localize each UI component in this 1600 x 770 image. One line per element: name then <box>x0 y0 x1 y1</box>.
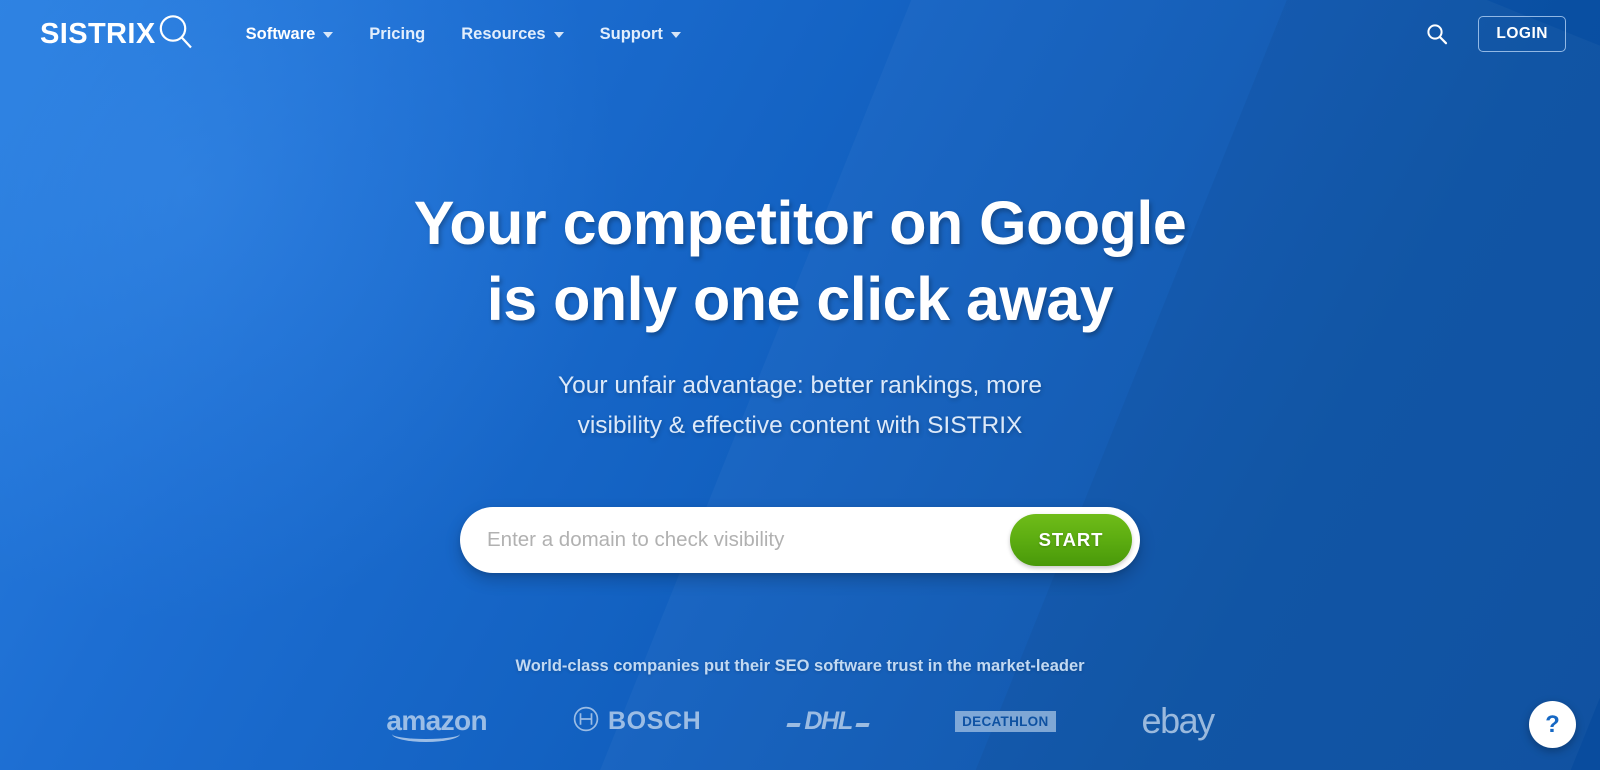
main-navigation: Software Pricing Resources Support <box>228 0 699 68</box>
nav-item-resources[interactable]: Resources <box>443 0 581 68</box>
chevron-down-icon <box>670 32 681 38</box>
headline-line-1: Your competitor on Google <box>413 189 1187 257</box>
subhead-line-1: Your unfair advantage: better rankings, … <box>558 371 1042 399</box>
site-header: SISTRIX Software Pricing Resources Suppo… <box>0 0 1600 68</box>
nav-item-software[interactable]: Software <box>228 0 352 68</box>
magnifier-icon <box>158 13 194 56</box>
ebay-logo: ebay <box>1141 698 1216 744</box>
page-title: Your competitor on Google is only one cl… <box>414 185 1187 338</box>
ebay-wordmark: ebay <box>1141 700 1216 742</box>
nav-item-support[interactable]: Support <box>582 0 699 68</box>
headline-line-2: is only one click away <box>486 265 1114 334</box>
login-button[interactable]: LOGIN <box>1478 15 1566 53</box>
start-button[interactable]: START <box>1010 514 1132 567</box>
domain-search-form: START <box>460 507 1140 574</box>
domain-search-bar: START <box>460 507 1140 574</box>
decathlon-wordmark: DECATHLON <box>955 711 1056 732</box>
decathlon-logo: DECATHLON <box>955 698 1056 744</box>
nav-label: Pricing <box>369 24 426 43</box>
nav-item-pricing[interactable]: Pricing <box>351 0 443 68</box>
bosch-armature-icon <box>573 706 599 737</box>
hero-section: Your competitor on Google is only one cl… <box>0 68 1600 770</box>
dhl-dash-right-icon <box>855 722 870 727</box>
domain-search-input[interactable] <box>487 520 1010 561</box>
logo-wordmark: SISTRIX <box>40 17 156 50</box>
dhl-logo: DHL <box>786 698 870 744</box>
trust-caption: World-class companies put their SEO soft… <box>515 657 1085 676</box>
amazon-logo: amazon <box>386 698 488 744</box>
nav-label: Software <box>245 24 316 43</box>
customer-logo-row: amazon BOSCH DHL DECATHLON ebay <box>0 698 1600 744</box>
amazon-swoosh-icon <box>392 726 461 743</box>
page-subtitle: Your unfair advantage: better rankings, … <box>558 366 1042 447</box>
help-button[interactable]: ? <box>1529 701 1576 748</box>
bosch-logo: BOSCH <box>573 698 701 744</box>
chevron-down-icon <box>323 32 334 38</box>
nav-label: Support <box>599 24 663 43</box>
subhead-line-2: visibility & effective content with SIST… <box>577 411 1023 439</box>
sistrix-logo[interactable]: SISTRIX <box>40 11 194 57</box>
search-icon[interactable] <box>1422 19 1452 49</box>
chevron-down-icon <box>553 32 564 38</box>
dhl-wordmark: DHL <box>804 706 853 735</box>
header-actions: LOGIN <box>1422 15 1566 53</box>
bosch-wordmark: BOSCH <box>608 706 702 735</box>
nav-label: Resources <box>461 24 546 43</box>
dhl-dash-left-icon <box>786 722 801 727</box>
